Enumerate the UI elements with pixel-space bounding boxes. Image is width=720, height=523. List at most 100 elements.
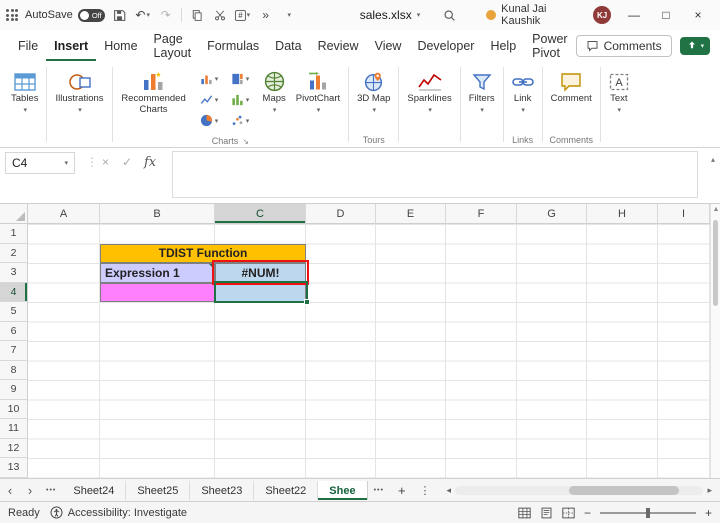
column-header-e[interactable]: E	[376, 204, 446, 224]
scroll-left-icon[interactable]: ◂	[443, 485, 456, 496]
zoom-slider-thumb[interactable]	[645, 507, 650, 518]
column-header-b[interactable]: B	[100, 204, 215, 224]
confirm-entry-icon[interactable]: ✓	[122, 155, 132, 169]
row-header-13[interactable]: 13	[0, 458, 28, 478]
cell-b4-input[interactable]	[100, 282, 215, 302]
redo-button[interactable]: ↷	[158, 5, 174, 25]
tab-help[interactable]: Help	[482, 32, 524, 61]
more-commands-button[interactable]: »	[258, 5, 274, 25]
copy-button[interactable]	[189, 5, 205, 25]
sheet-nav-prev-button[interactable]: ‹	[0, 483, 20, 498]
minimize-button[interactable]: —	[618, 1, 650, 29]
collapse-formula-bar-icon[interactable]: ▴	[711, 155, 715, 164]
zoom-slider[interactable]	[599, 507, 696, 518]
insert-column-chart-button[interactable]: ▾	[194, 68, 225, 89]
comment-button[interactable]: Comment	[546, 64, 597, 106]
insert-function-button[interactable]: fx	[144, 155, 156, 170]
sheet-menu-button[interactable]: ⋮	[414, 484, 437, 497]
recommended-charts-button[interactable]: Recommended Charts	[116, 64, 192, 117]
tables-button[interactable]: Tables ▾	[6, 64, 43, 116]
account-button[interactable]: Kunal Jai Kaushik KJ	[486, 3, 611, 27]
3d-map-button[interactable]: 3D Map ▾	[352, 64, 395, 116]
row-header-6[interactable]: 6	[0, 321, 28, 341]
insert-hierarchy-chart-button[interactable]: ▾	[225, 68, 256, 89]
select-all-corner[interactable]	[0, 204, 28, 224]
sheet-overflow-left-button[interactable]: •••	[40, 487, 62, 494]
autosave-toggle[interactable]: AutoSave Off	[25, 8, 105, 22]
row-header-8[interactable]: 8	[0, 360, 28, 380]
sheet-tab-active[interactable]: Shee	[318, 480, 368, 500]
insert-line-chart-button[interactable]: ▾	[194, 89, 225, 110]
tab-view[interactable]: View	[367, 32, 410, 61]
row-header-2[interactable]: 2	[0, 243, 28, 263]
page-layout-view-button[interactable]	[540, 507, 553, 519]
row-header-9[interactable]: 9	[0, 380, 28, 400]
close-button[interactable]: ×	[682, 1, 714, 29]
row-header-7[interactable]: 7	[0, 341, 28, 361]
sheet-tab-sheet24[interactable]: Sheet24	[62, 480, 127, 500]
row-header-4[interactable]: 4	[0, 282, 28, 302]
undo-button[interactable]: ↶ ▾	[135, 5, 151, 25]
sheet-tab-sheet22[interactable]: Sheet22	[254, 480, 319, 500]
illustrations-button[interactable]: Illustrations ▾	[50, 64, 108, 116]
page-break-view-button[interactable]	[562, 507, 575, 519]
column-header-i[interactable]: I	[658, 204, 710, 224]
row-header-11[interactable]: 11	[0, 419, 28, 439]
accessibility-status[interactable]: Accessibility: Investigate	[50, 506, 187, 519]
number-format-button[interactable]: # ▾	[235, 5, 251, 25]
insert-pie-chart-button[interactable]: ▾	[194, 110, 225, 131]
column-header-d[interactable]: D	[306, 204, 376, 224]
sheet-nav-next-button[interactable]: ›	[20, 483, 40, 498]
insert-statistic-chart-button[interactable]: ▾	[225, 89, 256, 110]
cut-button[interactable]	[212, 5, 228, 25]
fill-handle[interactable]	[303, 299, 310, 305]
sheet-tab-sheet25[interactable]: Sheet25	[126, 480, 191, 500]
cells-area[interactable]: TDIST Function Expression 1 #NUM!	[28, 224, 710, 478]
normal-view-button[interactable]	[518, 507, 531, 519]
cell-expression-1[interactable]: Expression 1	[100, 263, 215, 283]
sheet-tab-sheet23[interactable]: Sheet23	[190, 480, 255, 500]
maximize-button[interactable]: □	[650, 1, 682, 29]
vertical-scrollbar[interactable]: ▲	[710, 204, 720, 478]
document-title[interactable]: sales.xlsx ▾	[360, 8, 421, 22]
vertical-scroll-thumb[interactable]	[713, 220, 718, 306]
sparklines-button[interactable]: Sparklines ▾	[402, 64, 456, 116]
formula-input[interactable]	[173, 152, 697, 197]
tab-insert[interactable]: Insert	[46, 32, 97, 61]
column-header-a[interactable]: A	[28, 204, 100, 224]
column-header-c[interactable]: C	[215, 204, 306, 224]
scroll-right-icon[interactable]: ▸	[703, 485, 716, 496]
zoom-in-button[interactable]: +	[705, 506, 712, 520]
scroll-up-icon[interactable]: ▲	[711, 206, 720, 213]
new-sheet-button[interactable]: +	[390, 483, 414, 498]
tab-data[interactable]: Data	[267, 32, 309, 61]
row-header-10[interactable]: 10	[0, 399, 28, 419]
customize-quick-access-button[interactable]: ▾	[281, 5, 297, 25]
app-launcher-icon[interactable]	[6, 9, 18, 21]
tab-formulas[interactable]: Formulas	[199, 32, 267, 61]
column-header-f[interactable]: F	[446, 204, 517, 224]
share-button[interactable]: ▾	[679, 37, 711, 55]
cancel-entry-icon[interactable]: ×	[102, 155, 109, 169]
tab-home[interactable]: Home	[96, 32, 145, 61]
column-header-h[interactable]: H	[587, 204, 658, 224]
charts-dialog-launcher-icon[interactable]: ↘	[242, 137, 249, 146]
pivotchart-button[interactable]: PivotChart ▾	[291, 64, 345, 116]
zoom-out-button[interactable]: −	[584, 506, 591, 520]
save-button[interactable]	[112, 5, 128, 25]
insert-scatter-chart-button[interactable]: ▾	[225, 110, 256, 131]
row-header-5[interactable]: 5	[0, 302, 28, 322]
name-box[interactable]: C4 ▾	[5, 152, 75, 174]
horizontal-scrollbar[interactable]: ◂ ▸	[443, 485, 720, 496]
tab-review[interactable]: Review	[310, 32, 367, 61]
tab-developer[interactable]: Developer	[409, 32, 482, 61]
column-header-g[interactable]: G	[517, 204, 587, 224]
sheet-overflow-right-button[interactable]: •••	[368, 487, 390, 494]
comments-button[interactable]: Comments	[575, 35, 672, 57]
link-button[interactable]: Link ▾	[507, 64, 539, 116]
name-box-resizer[interactable]: ⋮	[86, 155, 98, 169]
maps-button[interactable]: Maps ▾	[258, 64, 291, 116]
row-header-1[interactable]: 1	[0, 224, 28, 244]
horizontal-scroll-thumb[interactable]	[569, 485, 679, 495]
text-button[interactable]: A Text ▾	[604, 64, 634, 116]
